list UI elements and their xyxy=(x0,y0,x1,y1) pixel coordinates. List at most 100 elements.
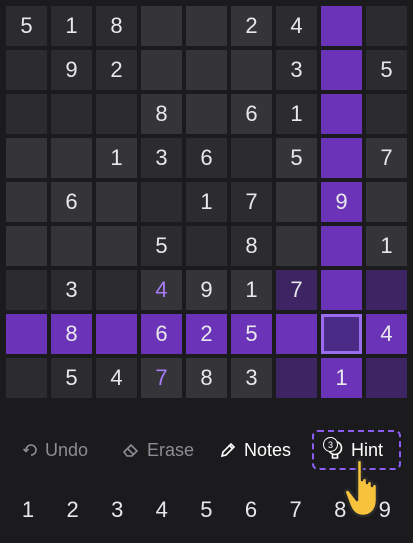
cell-r9-c4[interactable]: 7 xyxy=(141,358,182,398)
cell-r7-c4[interactable]: 4 xyxy=(141,270,182,310)
numpad-7[interactable]: 7 xyxy=(281,490,311,530)
sudoku-board: 5182492358611365761795813491786254547831 xyxy=(6,6,408,402)
eraser-icon xyxy=(122,443,139,457)
erase-button[interactable]: Erase xyxy=(122,430,194,470)
cell-r6-c6[interactable]: 8 xyxy=(231,226,272,266)
cell-r7-c5[interactable]: 9 xyxy=(186,270,227,310)
pencil-icon xyxy=(220,442,236,458)
cell-r4-c7[interactable]: 5 xyxy=(276,138,317,178)
cell-r9-c2[interactable]: 5 xyxy=(51,358,92,398)
cell-r6-c3[interactable] xyxy=(96,226,137,266)
cell-r7-c6[interactable]: 1 xyxy=(231,270,272,310)
cell-r7-c8[interactable] xyxy=(321,270,362,310)
number-pad: 123456789 xyxy=(0,490,413,530)
cell-r7-c1[interactable] xyxy=(6,270,47,310)
numpad-4[interactable]: 4 xyxy=(147,490,177,530)
cell-r1-c3[interactable]: 8 xyxy=(96,6,137,46)
cell-r7-c7[interactable]: 7 xyxy=(276,270,317,310)
cell-r2-c9[interactable]: 5 xyxy=(366,50,407,90)
cell-r5-c2[interactable]: 6 xyxy=(51,182,92,222)
cell-r5-c3[interactable] xyxy=(96,182,137,222)
cell-r2-c4[interactable] xyxy=(141,50,182,90)
cell-r5-c7[interactable] xyxy=(276,182,317,222)
undo-button[interactable]: Undo xyxy=(22,430,88,470)
cell-r9-c7[interactable] xyxy=(276,358,317,398)
cell-r6-c8[interactable] xyxy=(321,226,362,266)
cell-r5-c1[interactable] xyxy=(6,182,47,222)
cell-r3-c9[interactable] xyxy=(366,94,407,134)
numpad-8[interactable]: 8 xyxy=(325,490,355,530)
cell-r3-c6[interactable]: 6 xyxy=(231,94,272,134)
cell-r5-c5[interactable]: 1 xyxy=(186,182,227,222)
cell-r4-c9[interactable]: 7 xyxy=(366,138,407,178)
cell-r4-c3[interactable]: 1 xyxy=(96,138,137,178)
cell-r6-c9[interactable]: 1 xyxy=(366,226,407,266)
cell-r8-c8[interactable] xyxy=(321,314,362,354)
cell-r1-c1[interactable]: 5 xyxy=(6,6,47,46)
cell-r9-c8[interactable]: 1 xyxy=(321,358,362,398)
cell-r3-c7[interactable]: 1 xyxy=(276,94,317,134)
cell-r9-c3[interactable]: 4 xyxy=(96,358,137,398)
notes-label: Notes xyxy=(244,439,292,460)
cell-r8-c6[interactable]: 5 xyxy=(231,314,272,354)
cell-r6-c5[interactable] xyxy=(186,226,227,266)
hint-count-badge: 3 xyxy=(323,437,338,452)
cell-r1-c6[interactable]: 2 xyxy=(231,6,272,46)
numpad-1[interactable]: 1 xyxy=(13,490,43,530)
cell-r3-c3[interactable] xyxy=(96,94,137,134)
cell-r4-c4[interactable]: 3 xyxy=(141,138,182,178)
cell-r5-c9[interactable] xyxy=(366,182,407,222)
undo-label: Undo xyxy=(45,439,89,460)
cell-r9-c9[interactable] xyxy=(366,358,407,398)
cell-r8-c2[interactable]: 8 xyxy=(51,314,92,354)
cell-r7-c9[interactable] xyxy=(366,270,407,310)
cell-r4-c8[interactable] xyxy=(321,138,362,178)
cell-r9-c1[interactable] xyxy=(6,358,47,398)
numpad-6[interactable]: 6 xyxy=(236,490,266,530)
cell-r2-c3[interactable]: 2 xyxy=(96,50,137,90)
cell-r2-c5[interactable] xyxy=(186,50,227,90)
cell-r4-c5[interactable]: 6 xyxy=(186,138,227,178)
cell-r2-c7[interactable]: 3 xyxy=(276,50,317,90)
cell-r1-c7[interactable]: 4 xyxy=(276,6,317,46)
cell-r4-c6[interactable] xyxy=(231,138,272,178)
cell-r5-c4[interactable] xyxy=(141,182,182,222)
cell-r8-c7[interactable] xyxy=(276,314,317,354)
notes-button[interactable]: Notes xyxy=(219,430,291,470)
cell-r2-c2[interactable]: 9 xyxy=(51,50,92,90)
cell-r1-c5[interactable] xyxy=(186,6,227,46)
cell-r1-c4[interactable] xyxy=(141,6,182,46)
cell-r1-c8[interactable] xyxy=(321,6,362,46)
cell-r2-c1[interactable] xyxy=(6,50,47,90)
cell-r3-c2[interactable] xyxy=(51,94,92,134)
cell-r1-c2[interactable]: 1 xyxy=(51,6,92,46)
cell-r1-c9[interactable] xyxy=(366,6,407,46)
cell-r8-c9[interactable]: 4 xyxy=(366,314,407,354)
cell-r5-c8[interactable]: 9 xyxy=(321,182,362,222)
cell-r4-c2[interactable] xyxy=(51,138,92,178)
cell-r3-c5[interactable] xyxy=(186,94,227,134)
cell-r8-c1[interactable] xyxy=(6,314,47,354)
cell-r6-c4[interactable]: 5 xyxy=(141,226,182,266)
numpad-2[interactable]: 2 xyxy=(58,490,88,530)
cell-r7-c3[interactable] xyxy=(96,270,137,310)
cell-r8-c3[interactable] xyxy=(96,314,137,354)
cell-r3-c4[interactable]: 8 xyxy=(141,94,182,134)
cell-r8-c5[interactable]: 2 xyxy=(186,314,227,354)
cell-r6-c7[interactable] xyxy=(276,226,317,266)
cell-r2-c8[interactable] xyxy=(321,50,362,90)
cell-r5-c6[interactable]: 7 xyxy=(231,182,272,222)
cell-r6-c2[interactable] xyxy=(51,226,92,266)
numpad-3[interactable]: 3 xyxy=(102,490,132,530)
cell-r2-c6[interactable] xyxy=(231,50,272,90)
cell-r3-c8[interactable] xyxy=(321,94,362,134)
cell-r8-c4[interactable]: 6 xyxy=(141,314,182,354)
cell-r4-c1[interactable] xyxy=(6,138,47,178)
numpad-9[interactable]: 9 xyxy=(370,490,400,530)
cell-r6-c1[interactable] xyxy=(6,226,47,266)
cell-r9-c6[interactable]: 3 xyxy=(231,358,272,398)
numpad-5[interactable]: 5 xyxy=(191,490,221,530)
cell-r9-c5[interactable]: 8 xyxy=(186,358,227,398)
cell-r3-c1[interactable] xyxy=(6,94,47,134)
cell-r7-c2[interactable]: 3 xyxy=(51,270,92,310)
